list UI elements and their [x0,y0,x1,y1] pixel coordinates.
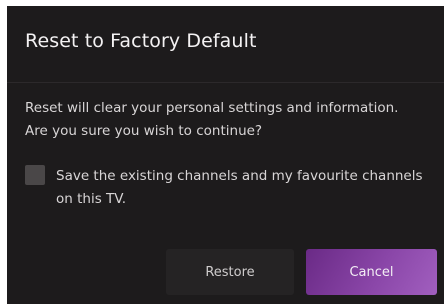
restore-button-label: Restore [205,264,255,280]
save-channels-label[interactable]: Save the existing channels and my favour… [56,165,426,211]
dialog-title: Reset to Factory Default [25,30,257,52]
save-channels-checkbox[interactable] [25,165,45,185]
cancel-button-label: Cancel [349,264,394,280]
restore-button[interactable]: Restore [166,249,294,295]
cancel-button[interactable]: Cancel [306,249,437,295]
reset-dialog: Reset to Factory Default Reset will clea… [7,6,444,304]
title-divider [7,82,444,83]
dialog-message: Reset will clear your personal settings … [25,100,399,139]
